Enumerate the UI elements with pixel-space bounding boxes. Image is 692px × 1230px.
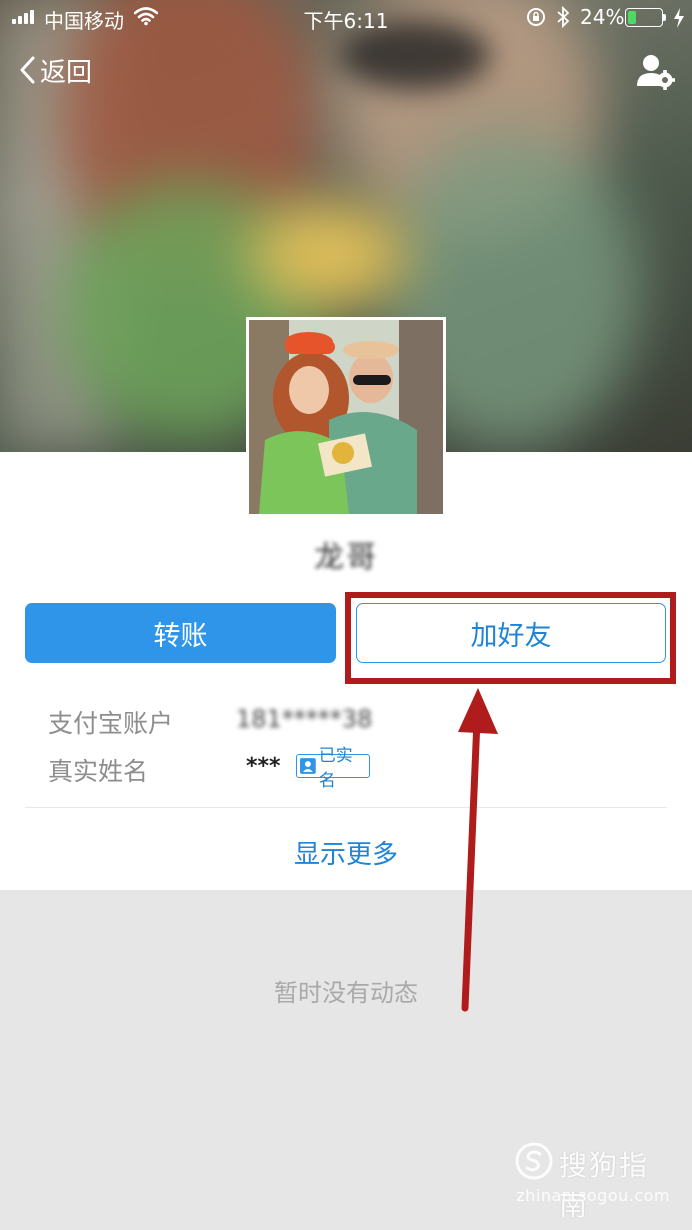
watermark-brand: 搜狗指南 [559, 1149, 650, 1222]
account-label: 支付宝账户 [48, 709, 174, 738]
realname-label: 真实姓名 [48, 757, 149, 786]
avatar[interactable] [246, 317, 446, 517]
nickname: 龙哥 [314, 540, 378, 575]
back-label: 返回 [40, 57, 93, 88]
orientation-lock-icon [527, 8, 545, 26]
watermark-url: zhinan.sogou.com [516, 1186, 670, 1205]
show-more-link[interactable]: 显示更多 [0, 834, 692, 871]
divider [25, 807, 667, 808]
avatar-photo [249, 320, 443, 514]
back-chevron-icon [20, 56, 35, 84]
battery-icon [625, 8, 666, 27]
user-settings-icon[interactable] [634, 50, 678, 94]
bluetooth-icon [557, 6, 570, 28]
back-button[interactable]: 返回 [18, 50, 92, 90]
annotation-highlight-box [345, 592, 676, 684]
profile-card: 龙哥 转账 加好友 支付宝账户 181*****38 真实姓名 *** 已实名 … [0, 452, 692, 890]
verified-label: 已实名 [318, 746, 353, 791]
verified-person-icon [300, 758, 316, 774]
status-bar: 中国移动 下午6:11 24% [0, 0, 692, 36]
annotation-arrow [458, 688, 498, 1012]
transfer-button[interactable]: 转账 [25, 603, 336, 663]
realname-value: *** [246, 754, 281, 779]
account-value: 181*****38 [236, 705, 373, 733]
sogou-logo-icon [515, 1142, 553, 1180]
charging-bolt-icon [674, 8, 684, 28]
battery-percent: 24% [580, 5, 625, 29]
empty-feed-text: 暂时没有动态 [274, 979, 418, 1007]
watermark: 搜狗指南 zhinan.sogou.com [515, 1142, 675, 1222]
verified-badge: 已实名 [296, 746, 370, 791]
